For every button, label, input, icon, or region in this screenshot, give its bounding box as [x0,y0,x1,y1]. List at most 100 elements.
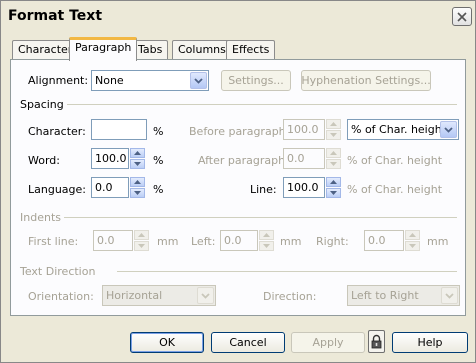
line-spacing-stepper[interactable] [326,177,341,198]
text-direction-divider [117,271,457,272]
line-spacing-up[interactable] [326,177,341,187]
spin-up-icon [409,233,416,237]
direction-value: Left to Right [351,289,419,302]
orientation-label: Orientation: [28,290,94,303]
lock-button[interactable] [368,330,385,353]
orientation-value: Horizontal [106,289,163,302]
hyphenation-settings-button[interactable]: Hyphenation Settings... [301,70,431,91]
format-text-dialog: Format Text Character Paragraph Tabs Col… [0,0,476,363]
alignment-label: Alignment: [28,74,89,87]
spin-down-icon [138,244,145,248]
before-paragraph-down[interactable] [326,130,341,140]
word-spacing-input[interactable]: 100.0 [91,148,129,169]
alignment-select[interactable]: None [91,70,209,91]
left-indent-label: Left: [191,235,216,248]
indents-group-label: Indents [20,211,61,224]
apply-button[interactable]: Apply [291,332,365,353]
tab-columns-label: Columns [178,43,226,56]
left-indent-down[interactable] [259,241,274,251]
before-paragraph-label: Before paragraph: [189,125,290,138]
lock-icon [371,334,382,349]
before-paragraph-value: 100.0 [287,123,319,136]
alignment-value: None [95,74,124,87]
word-spacing-stepper[interactable] [130,148,145,169]
ok-button[interactable]: OK [130,332,204,353]
window-title: Format Text [8,8,103,24]
direction-dropdown-button[interactable] [441,287,458,304]
direction-select[interactable]: Left to Right [347,285,460,306]
orientation-dropdown-button[interactable] [197,287,214,304]
chevron-down-icon [445,292,454,299]
after-paragraph-input[interactable]: 0.0 [283,148,325,169]
right-indent-label: Right: [316,235,349,248]
right-indent-value: 0.0 [368,234,386,247]
line-spacing-value: 100.0 [287,181,319,194]
cancel-button-label: Cancel [229,336,267,349]
close-button[interactable] [452,7,472,26]
before-paragraph-stepper[interactable] [326,119,341,140]
line-spacing-input[interactable]: 100.0 [283,177,325,198]
language-spacing-label: Language: [28,183,86,196]
left-indent-stepper[interactable] [259,230,274,251]
first-line-up[interactable] [134,230,149,240]
settings-button[interactable]: Settings... [221,70,291,91]
tab-character-label: Character [18,43,73,56]
alignment-dropdown-button[interactable] [190,72,207,89]
left-indent-input[interactable]: 0.0 [220,230,258,251]
before-paragraph-up[interactable] [326,119,341,129]
first-line-down[interactable] [134,241,149,251]
first-line-stepper[interactable] [134,230,149,251]
spin-up-icon [138,233,145,237]
word-spacing-down[interactable] [130,159,145,169]
hyphenation-settings-label: Hyphenation Settings... [301,74,431,87]
indents-divider [64,217,457,218]
language-spacing-stepper[interactable] [130,177,145,198]
title-bar[interactable]: Format Text [1,1,475,31]
tab-columns[interactable]: Columns [172,40,232,59]
left-indent-value: 0.0 [224,234,242,247]
chevron-down-icon [201,292,210,299]
after-paragraph-label: After paragraph: [198,154,289,167]
after-paragraph-unit: % of Char. height [347,154,443,167]
right-indent-up[interactable] [405,230,420,240]
tab-paragraph-label: Paragraph [75,41,132,54]
ok-button-label: OK [159,336,175,349]
line-spacing-down[interactable] [326,188,341,198]
spin-down-icon [330,133,337,137]
after-paragraph-up[interactable] [326,148,341,158]
language-spacing-input[interactable]: 0.0 [91,177,129,198]
spin-down-icon [409,244,416,248]
after-paragraph-down[interactable] [326,159,341,169]
tab-tabs-label: Tabs [138,43,163,56]
tab-tabs[interactable]: Tabs [132,40,169,59]
before-paragraph-unit-select[interactable]: % of Char. height [347,119,459,140]
tab-paragraph[interactable]: Paragraph [69,37,138,61]
first-line-input[interactable]: 0.0 [93,230,133,251]
before-paragraph-unit-dropdown[interactable] [440,121,457,138]
before-paragraph-input[interactable]: 100.0 [283,119,325,140]
spin-down-icon [263,244,270,248]
help-button[interactable]: Help [392,332,468,353]
right-indent-input[interactable]: 0.0 [364,230,404,251]
language-spacing-up[interactable] [130,177,145,187]
right-indent-unit: mm [427,235,449,248]
spin-down-icon [134,191,141,195]
after-paragraph-stepper[interactable] [326,148,341,169]
left-indent-up[interactable] [259,230,274,240]
word-spacing-up[interactable] [130,148,145,158]
character-spacing-input[interactable] [91,119,147,140]
first-line-label: First line: [28,235,79,248]
left-indent-unit: mm [280,235,302,248]
apply-button-label: Apply [312,336,344,349]
spin-down-icon [330,162,337,166]
language-spacing-down[interactable] [130,188,145,198]
orientation-select[interactable]: Horizontal [102,285,216,306]
spin-down-icon [134,162,141,166]
cancel-button[interactable]: Cancel [211,332,285,353]
spin-down-icon [330,191,337,195]
right-indent-down[interactable] [405,241,420,251]
tab-effects[interactable]: Effects [226,40,276,59]
right-indent-stepper[interactable] [405,230,420,251]
language-spacing-value: 0.0 [95,181,113,194]
spin-up-icon [263,233,270,237]
